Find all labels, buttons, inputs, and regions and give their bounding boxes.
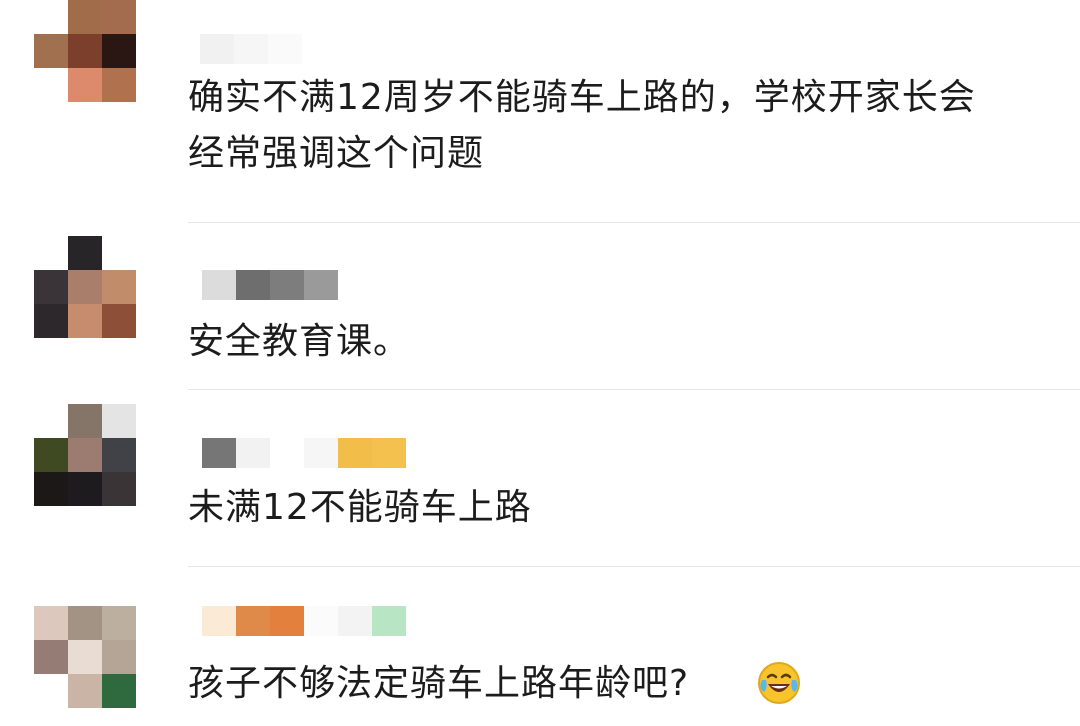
avatar-pixel (34, 68, 68, 102)
avatar-pixel (68, 472, 102, 506)
avatar-pixel (102, 0, 136, 34)
avatar-pixel (34, 0, 68, 34)
username-block (338, 438, 372, 468)
avatar[interactable] (34, 0, 136, 102)
username-block (304, 606, 338, 636)
username-block (236, 438, 270, 468)
avatar[interactable] (34, 606, 136, 708)
avatar-pixel (102, 640, 136, 674)
avatar-pixel (68, 606, 102, 640)
username-block (200, 34, 234, 64)
username-block (270, 438, 304, 468)
comment-line: 孩子不够法定骑车上路年龄吧? (188, 663, 690, 704)
avatar-pixel (68, 640, 102, 674)
avatar-pixel (68, 236, 102, 270)
username-block (270, 270, 304, 300)
username-block (270, 606, 304, 636)
username[interactable] (202, 270, 338, 300)
username-block (202, 438, 236, 468)
divider (188, 566, 1080, 567)
avatar-pixel (68, 34, 102, 68)
avatar-pixel (68, 68, 102, 102)
avatar-pixel (68, 674, 102, 708)
avatar-pixel (68, 0, 102, 34)
avatar-pixel (34, 674, 68, 708)
username[interactable] (200, 34, 302, 64)
avatar-pixel (68, 404, 102, 438)
username-block (304, 438, 338, 468)
avatar-pixel (34, 270, 68, 304)
username-block (268, 34, 302, 64)
avatar-pixel (102, 472, 136, 506)
username-block (372, 606, 406, 636)
username-block (304, 270, 338, 300)
comment-line: 未满12不能骑车上路 (188, 487, 532, 528)
username-block (372, 438, 406, 468)
comment-text: 未满12不能骑车上路 (188, 480, 532, 536)
avatar-pixel (102, 404, 136, 438)
username[interactable] (202, 438, 406, 468)
avatar-pixel (34, 34, 68, 68)
avatar-pixel (102, 236, 136, 270)
username-block (234, 34, 268, 64)
avatar-pixel (34, 472, 68, 506)
divider (188, 222, 1080, 223)
avatar-pixel (102, 68, 136, 102)
avatar-pixel (34, 438, 68, 472)
avatar[interactable] (34, 236, 136, 338)
avatar[interactable] (34, 404, 136, 506)
avatar-pixel (102, 270, 136, 304)
username-block (202, 606, 236, 636)
avatar-pixel (102, 606, 136, 640)
avatar-pixel (102, 674, 136, 708)
comment-line: 确实不满12周岁不能骑车上路的，学校开家长会 (188, 77, 976, 118)
username-block (202, 270, 236, 300)
avatar-pixel (34, 640, 68, 674)
username-block (236, 606, 270, 636)
avatar-pixel (102, 304, 136, 338)
comment-line: 经常强调这个问题 (188, 133, 485, 174)
comment-text: 孩子不够法定骑车上路年龄吧? (188, 656, 689, 712)
comment-text: 安全教育课。 (188, 314, 410, 370)
comment-line: 安全教育课。 (188, 321, 411, 362)
avatar-pixel (102, 34, 136, 68)
avatar-pixel (102, 438, 136, 472)
avatar-pixel (68, 438, 102, 472)
avatar-pixel (34, 304, 68, 338)
avatar-pixel (34, 236, 68, 270)
avatar-pixel (68, 270, 102, 304)
avatar-pixel (34, 404, 68, 438)
username[interactable] (202, 606, 406, 636)
divider (188, 389, 1080, 390)
crying-laughing-emoji-icon (758, 662, 800, 704)
avatar-pixel (68, 304, 102, 338)
comment-text: 确实不满12周岁不能骑车上路的，学校开家长会 经常强调这个问题 (188, 70, 976, 182)
avatar-pixel (34, 606, 68, 640)
username-block (338, 606, 372, 636)
username-block (236, 270, 270, 300)
